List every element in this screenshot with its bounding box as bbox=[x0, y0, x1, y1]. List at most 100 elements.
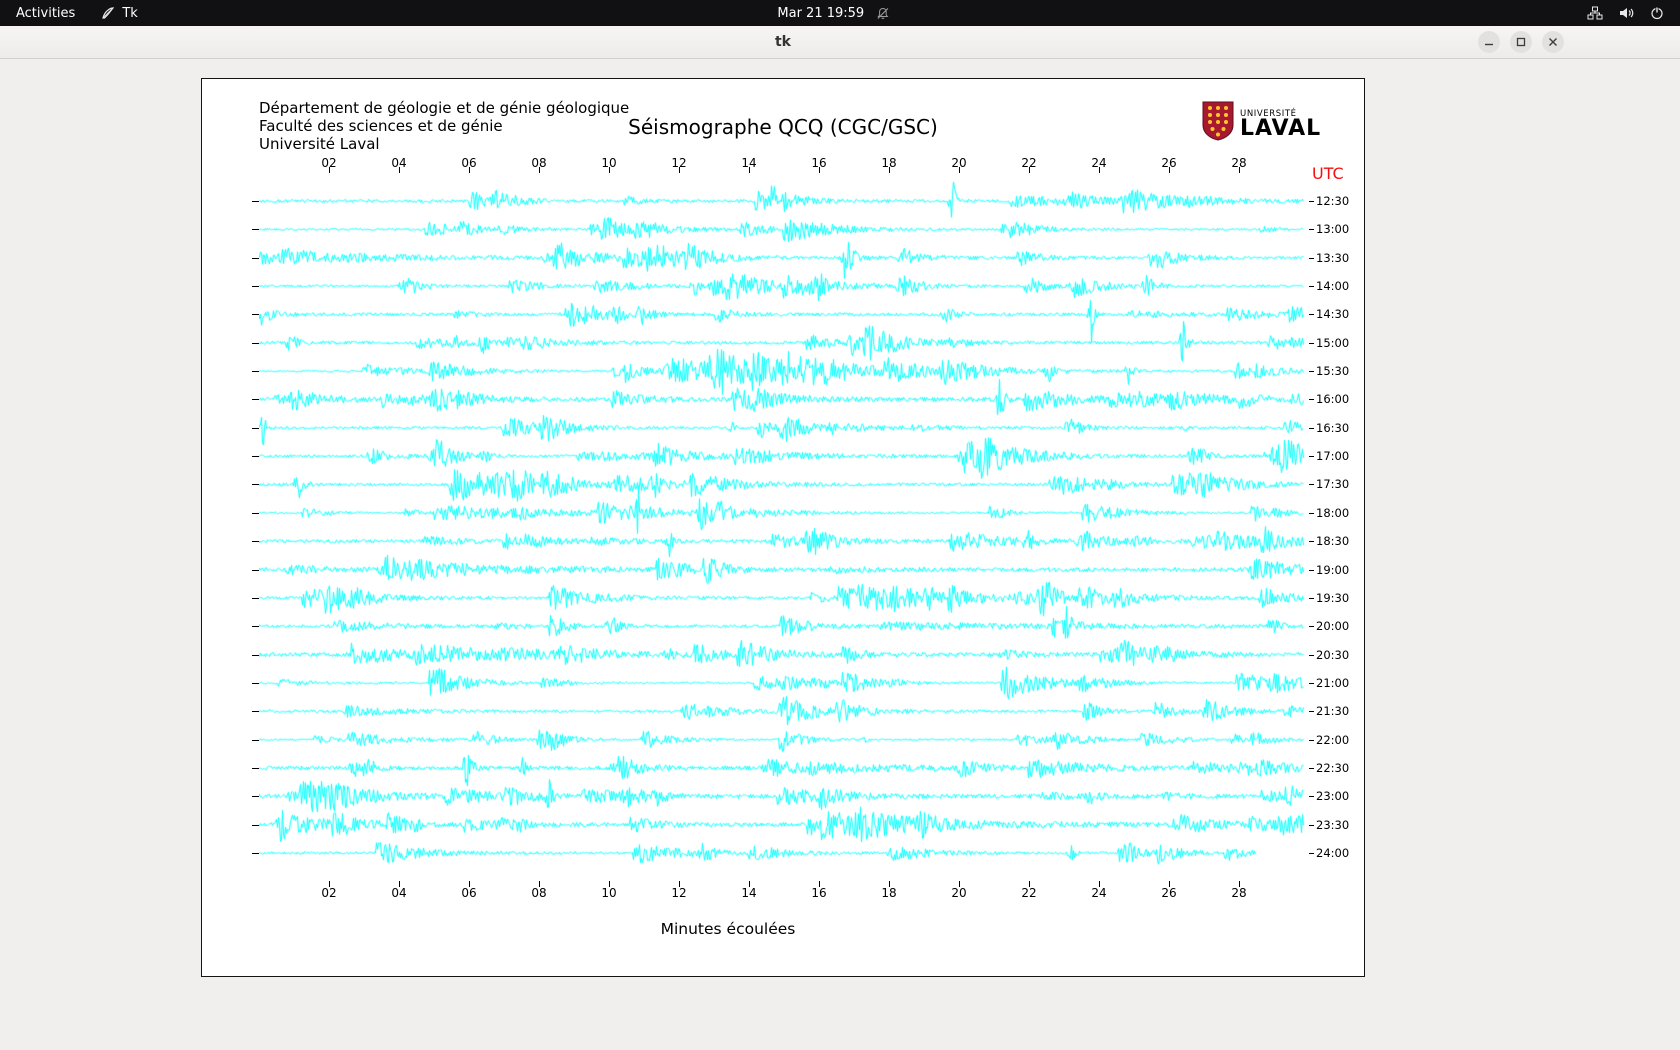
x-tick-mark-top bbox=[819, 167, 820, 173]
row-time-label: 23:00 bbox=[1316, 789, 1350, 803]
row-right-tick bbox=[1309, 626, 1314, 627]
tk-app-icon bbox=[101, 6, 115, 20]
x-tick-mark-top bbox=[959, 167, 960, 173]
row-right-tick bbox=[1309, 570, 1314, 571]
app-indicator[interactable]: Tk bbox=[101, 5, 138, 21]
row-time-label: 19:00 bbox=[1316, 563, 1350, 577]
row-time-label: 22:30 bbox=[1316, 761, 1350, 775]
x-tick-mark-top bbox=[469, 167, 470, 173]
row-time-label: 20:00 bbox=[1316, 619, 1350, 633]
maximize-button[interactable] bbox=[1510, 31, 1532, 53]
x-tick-mark-top bbox=[1169, 167, 1170, 173]
row-left-tick bbox=[252, 825, 259, 826]
row-right-tick bbox=[1309, 371, 1314, 372]
row-time-label: 24:00 bbox=[1316, 846, 1350, 860]
x-tick-mark-top bbox=[609, 167, 610, 173]
row-left-tick bbox=[252, 655, 259, 656]
row-left-tick bbox=[252, 286, 259, 287]
row-right-tick bbox=[1309, 768, 1314, 769]
row-time-label: 20:30 bbox=[1316, 648, 1350, 662]
row-right-tick bbox=[1309, 399, 1314, 400]
figure-window: Département de géologie et de génie géol… bbox=[201, 78, 1365, 977]
x-tick-mark-top bbox=[679, 167, 680, 173]
x-tick-mark-top bbox=[1099, 167, 1100, 173]
x-tick-mark-top bbox=[1239, 167, 1240, 173]
x-tick-label-bottom: 08 bbox=[531, 886, 547, 900]
x-tick-label-bottom: 12 bbox=[671, 886, 687, 900]
row-left-tick bbox=[252, 626, 259, 627]
row-time-label: 23:30 bbox=[1316, 818, 1350, 832]
desktop: Activities Tk Mar 21 19:59 tk Départemen… bbox=[0, 0, 1680, 1050]
power-icon bbox=[1650, 6, 1664, 20]
row-time-label: 15:00 bbox=[1316, 336, 1350, 350]
row-time-label: 19:30 bbox=[1316, 591, 1350, 605]
row-left-tick bbox=[252, 598, 259, 599]
minimize-button[interactable] bbox=[1478, 31, 1500, 53]
row-right-tick bbox=[1309, 711, 1314, 712]
row-time-label: 18:30 bbox=[1316, 534, 1350, 548]
window-titlebar[interactable]: tk bbox=[0, 26, 1680, 59]
x-tick-mark-top bbox=[329, 167, 330, 173]
x-tick-label-bottom: 20 bbox=[951, 886, 967, 900]
x-tick-label-bottom: 06 bbox=[461, 886, 477, 900]
close-button[interactable] bbox=[1542, 31, 1564, 53]
row-time-label: 17:00 bbox=[1316, 449, 1350, 463]
x-tick-mark-top bbox=[539, 167, 540, 173]
x-tick-mark-top bbox=[749, 167, 750, 173]
system-status-area[interactable] bbox=[1587, 6, 1680, 20]
row-left-tick bbox=[252, 258, 259, 259]
x-tick-mark-top bbox=[399, 167, 400, 173]
x-tick-label-bottom: 16 bbox=[811, 886, 827, 900]
top-bar: Activities Tk Mar 21 19:59 bbox=[0, 0, 1680, 26]
row-right-tick bbox=[1309, 853, 1314, 854]
row-time-label: 14:30 bbox=[1316, 307, 1350, 321]
row-time-label: 14:00 bbox=[1316, 279, 1350, 293]
row-time-label: 18:00 bbox=[1316, 506, 1350, 520]
app-content: Département de géologie et de génie géol… bbox=[0, 59, 1680, 1050]
row-left-tick bbox=[252, 683, 259, 684]
row-right-tick bbox=[1309, 428, 1314, 429]
laval-shield-icon bbox=[1202, 101, 1234, 145]
row-right-tick bbox=[1309, 598, 1314, 599]
row-time-label: 12:30 bbox=[1316, 194, 1350, 208]
figure-title: Séismographe QCQ (CGC/GSC) bbox=[628, 115, 938, 139]
row-time-label: 13:00 bbox=[1316, 222, 1350, 236]
x-tick-label-bottom: 04 bbox=[391, 886, 407, 900]
network-icon bbox=[1587, 6, 1603, 20]
x-tick-label-bottom: 02 bbox=[321, 886, 337, 900]
row-left-tick bbox=[252, 796, 259, 797]
row-time-label: 21:00 bbox=[1316, 676, 1350, 690]
row-left-tick bbox=[252, 456, 259, 457]
bell-crossed-icon bbox=[876, 7, 889, 20]
row-time-label: 21:30 bbox=[1316, 704, 1350, 718]
row-right-tick bbox=[1309, 201, 1314, 202]
row-time-label: 17:30 bbox=[1316, 477, 1350, 491]
row-left-tick bbox=[252, 570, 259, 571]
row-right-tick bbox=[1309, 541, 1314, 542]
row-right-tick bbox=[1309, 513, 1314, 514]
row-right-tick bbox=[1309, 314, 1314, 315]
utc-axis-label: UTC bbox=[1312, 164, 1344, 183]
row-right-tick bbox=[1309, 456, 1314, 457]
row-left-tick bbox=[252, 343, 259, 344]
x-tick-label-bottom: 24 bbox=[1091, 886, 1107, 900]
activities-button[interactable]: Activities bbox=[16, 6, 75, 21]
x-tick-label-bottom: 28 bbox=[1231, 886, 1247, 900]
row-left-tick bbox=[252, 853, 259, 854]
row-left-tick bbox=[252, 399, 259, 400]
row-right-tick bbox=[1309, 796, 1314, 797]
x-tick-label-bottom: 10 bbox=[601, 886, 617, 900]
x-tick-label-bottom: 26 bbox=[1161, 886, 1177, 900]
row-right-tick bbox=[1309, 484, 1314, 485]
app-indicator-label: Tk bbox=[122, 5, 138, 21]
row-right-tick bbox=[1309, 740, 1314, 741]
seismogram-canvas bbox=[259, 173, 1309, 881]
row-left-tick bbox=[252, 740, 259, 741]
row-time-label: 15:30 bbox=[1316, 364, 1350, 378]
row-right-tick bbox=[1309, 286, 1314, 287]
clock-menu[interactable]: Mar 21 19:59 bbox=[777, 0, 889, 26]
volume-icon bbox=[1619, 6, 1634, 20]
row-time-label: 16:00 bbox=[1316, 392, 1350, 406]
university-laval-logo: UNIVERSITÉ LAVAL bbox=[1202, 101, 1321, 145]
x-tick-mark-top bbox=[1029, 167, 1030, 173]
